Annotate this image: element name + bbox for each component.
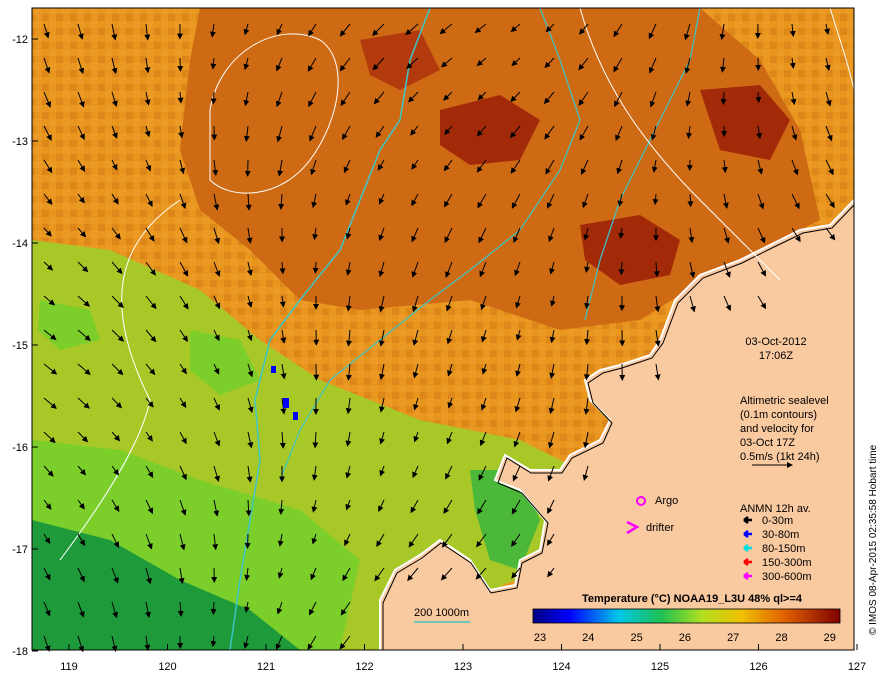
anmn-legend-label: 150-300m <box>762 557 812 569</box>
colorbar-tick-label: 26 <box>679 632 691 644</box>
lon-tick-label: 120 <box>158 661 176 673</box>
lat-tick-label: -15 <box>12 340 28 352</box>
lon-tick-label: 124 <box>552 661 570 673</box>
altimetry-line: 03-Oct 17Z <box>740 437 795 449</box>
velocity-arrow <box>312 261 319 274</box>
lat-tick-label: -12 <box>12 34 28 46</box>
altimetry-line: (0.1m contours) <box>740 409 817 421</box>
colorbar-title: Temperature (°C) NOAA19_L3U 48% ql>=4 <box>582 593 803 605</box>
colorbar-ramp <box>532 608 841 624</box>
lat-tick-label: -18 <box>12 646 28 658</box>
colorbar-tick-label: 29 <box>824 632 836 644</box>
mooring-marker <box>283 398 289 408</box>
anmn-legend-label: 0-30m <box>762 515 793 527</box>
map-area <box>32 7 855 653</box>
argo-label: Argo <box>655 495 678 507</box>
credit-text: © IMOS 08-Apr-2015 02:35:58 Hobart time <box>868 444 879 635</box>
lon-tick-label: 121 <box>257 661 275 673</box>
colorbar-tick-label: 25 <box>630 632 642 644</box>
lon-tick-label: 122 <box>355 661 373 673</box>
map-time: 17:06Z <box>759 350 794 362</box>
lon-tick-label: 125 <box>651 661 669 673</box>
colorbar-tick-label: 23 <box>534 632 546 644</box>
map-date: 03-Oct-2012 <box>745 336 806 348</box>
anmn-legend-label: 80-150m <box>762 543 805 555</box>
lon-tick-label: 123 <box>454 661 472 673</box>
drifter-label: drifter <box>646 522 674 534</box>
lon-tick-label: 119 <box>60 661 78 673</box>
colorbar-tick-label: 27 <box>727 632 739 644</box>
anmn-legend-title: ANMN 12h av. <box>740 503 811 515</box>
colorbar-tick-label: 28 <box>775 632 787 644</box>
lat-tick-label: -13 <box>12 136 28 148</box>
altimetry-line: and velocity for <box>740 423 814 435</box>
velocity-arrow <box>244 533 251 549</box>
lat-tick-label: -17 <box>12 544 28 556</box>
lat-tick-label: -16 <box>12 442 28 454</box>
lon-tick-label: 127 <box>848 661 866 673</box>
velocity-arrow <box>720 91 727 106</box>
anmn-legend-label: 30-80m <box>762 529 799 541</box>
altimetry-line: 0.5m/s (1kt 24h) <box>740 451 819 463</box>
isobath-legend-label: 200 1000m <box>414 607 469 619</box>
mooring-marker <box>271 366 276 373</box>
velocity-arrow <box>210 91 217 105</box>
sst-map: 119 120 121 122 123 124 125 126 127 -12 -13 -14 -15… <box>12 7 879 673</box>
colorbar-tick-label: 24 <box>582 632 594 644</box>
velocity-arrow <box>210 601 217 616</box>
velocity-arrow <box>687 193 694 208</box>
lat-tick-label: -14 <box>12 238 28 250</box>
mooring-marker <box>293 412 298 420</box>
altimetry-line: Altimetric sealevel <box>740 395 829 407</box>
anmn-legend-label: 300-600m <box>762 571 812 583</box>
lon-tick-label: 126 <box>749 661 767 673</box>
